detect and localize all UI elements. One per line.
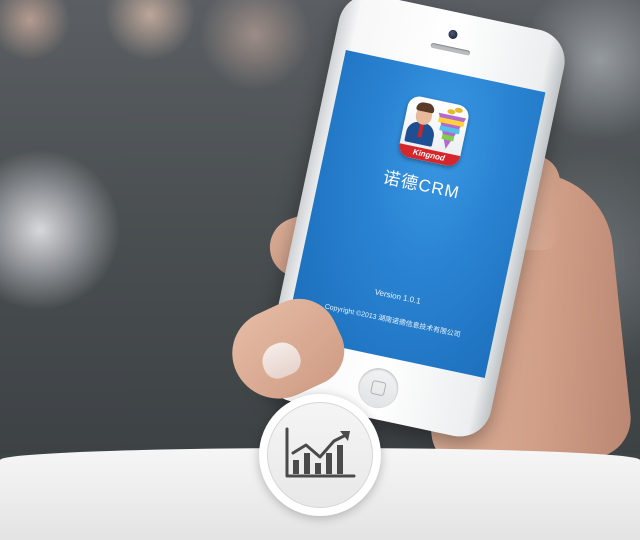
app-logo-icon: Kingnod [397, 94, 471, 168]
coin-icon [454, 107, 464, 114]
chart-badge [259, 394, 381, 516]
speaker-grille [430, 42, 471, 56]
home-button [354, 364, 403, 412]
home-square-icon [370, 379, 387, 397]
chart-trend-icon [285, 427, 356, 478]
camera-icon [447, 29, 459, 40]
